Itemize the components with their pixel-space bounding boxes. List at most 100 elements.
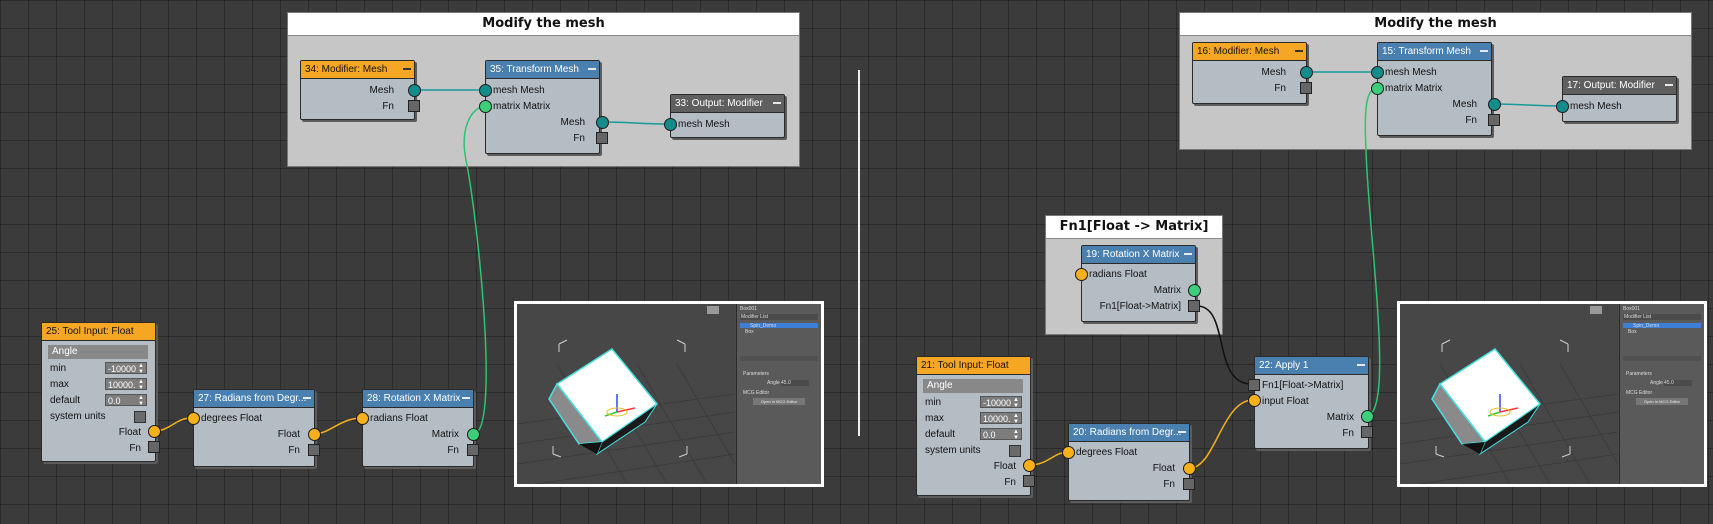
socket-output-mesh[interactable] — [408, 84, 421, 97]
minimize-icon[interactable] — [1480, 50, 1488, 52]
minimize-icon[interactable] — [1665, 84, 1673, 86]
socket-input-float[interactable] — [1248, 394, 1261, 407]
spinner-arrows-icon[interactable]: ▲ ▼ — [1013, 429, 1019, 441]
minimize-icon[interactable] — [773, 102, 781, 104]
modifier-list-dropdown[interactable]: Modifier List — [1623, 314, 1701, 320]
rollout-mcg-editor[interactable]: MCG Editor — [743, 390, 818, 396]
minimize-icon[interactable] — [1295, 50, 1303, 52]
socket-input-radians[interactable] — [356, 412, 369, 425]
minimize-icon[interactable] — [588, 68, 596, 70]
min-spinner[interactable]: -10000 ▲ ▼ — [105, 362, 147, 375]
max-spinner[interactable]: 10000. ▲ ▼ — [105, 378, 147, 391]
socket-input-fn[interactable] — [1248, 379, 1260, 391]
socket-output-fn[interactable] — [1361, 426, 1373, 438]
socket-input-degrees[interactable] — [1062, 446, 1075, 459]
socket-output-float[interactable] — [1023, 459, 1036, 472]
socket-output-fn[interactable] — [596, 132, 608, 144]
minimize-icon[interactable] — [1178, 431, 1186, 433]
socket-input-mesh[interactable] — [1371, 66, 1384, 79]
modifier-list-dropdown[interactable]: Modifier List — [740, 314, 818, 320]
spinner-arrows-icon[interactable]: ▲ ▼ — [138, 363, 144, 375]
socket-input-mesh[interactable] — [664, 118, 677, 131]
socket-output-fn[interactable] — [408, 100, 420, 112]
node-transform-mesh[interactable]: 35: Transform Mesh mesh Mesh matrix Matr… — [485, 60, 600, 154]
stack-toolbar[interactable] — [740, 356, 818, 361]
minimize-icon[interactable] — [403, 68, 411, 70]
default-spinner[interactable]: 0.0 ▲ ▼ — [105, 394, 147, 407]
socket-input-matrix[interactable] — [1371, 82, 1384, 95]
node-rotation-x-matrix[interactable]: 19: Rotation X Matrix radians Float Matr… — [1081, 245, 1196, 322]
min-spinner[interactable]: -10000 ▲ ▼ — [980, 396, 1022, 409]
spinner-arrows-icon[interactable]: ▲ ▼ — [1013, 397, 1019, 409]
socket-output-fn[interactable] — [1488, 114, 1500, 126]
socket-output-fn[interactable] — [1183, 478, 1195, 490]
socket-output-matrix[interactable] — [1188, 284, 1201, 297]
socket-input-mesh[interactable] — [479, 84, 492, 97]
socket-input-radians[interactable] — [1075, 268, 1088, 281]
socket-output-mesh[interactable] — [1300, 66, 1313, 79]
open-mcg-editor-button[interactable]: Open in MCG Editor — [753, 398, 805, 405]
spinner-arrows-icon[interactable]: ▲ ▼ — [1013, 413, 1019, 425]
open-mcg-editor-button[interactable]: Open in MCG Editor — [1636, 398, 1688, 405]
viewport-scene[interactable] — [517, 304, 735, 484]
stack-item[interactable]: Box — [745, 329, 818, 335]
rollout-mcg-editor[interactable]: MCG Editor — [1626, 390, 1701, 396]
node-title: 35: Transform Mesh — [486, 61, 599, 79]
rollout-parameters[interactable]: Parameters — [743, 371, 818, 377]
node-title: 28: Rotation X Matrix — [363, 390, 473, 408]
system-units-checkbox[interactable] — [134, 411, 146, 423]
angle-spinner[interactable]: 45.0 — [781, 380, 809, 386]
socket-output-fn[interactable] — [1188, 300, 1200, 312]
spinner-arrows-icon[interactable]: ▲ ▼ — [138, 395, 144, 407]
node-output-modifier[interactable]: 17: Output: Modifier mesh Mesh — [1562, 76, 1677, 122]
socket-output-fn[interactable] — [308, 444, 320, 456]
param-header: Angle — [923, 379, 1023, 393]
socket-output-float[interactable] — [308, 428, 321, 441]
socket-output-matrix[interactable] — [467, 428, 480, 441]
node-output-modifier[interactable]: 33: Output: Modifier mesh Mesh — [670, 94, 785, 138]
node-apply[interactable]: 22: Apply 1 Fn1[Float->Matrix] input Flo… — [1254, 356, 1369, 449]
node-modifier-mesh[interactable]: 34: Modifier: Mesh Mesh Fn — [300, 60, 415, 120]
viewport-preview-left[interactable]: Box001 Modifier List Spin_Demo Box Param… — [514, 301, 824, 487]
system-units-checkbox[interactable] — [1009, 445, 1021, 457]
port-label: Mesh — [369, 85, 394, 96]
node-rotation-x-matrix[interactable]: 28: Rotation X Matrix radians Float Matr… — [362, 389, 474, 467]
max-spinner[interactable]: 10000. ▲ ▼ — [980, 412, 1022, 425]
node-tool-input-float[interactable]: 21: Tool Input: Float Angle min -10000 ▲ ▼… — [916, 356, 1031, 496]
node-radians-from-degrees[interactable]: 20: Radians from Degr... degrees Float F… — [1068, 423, 1190, 501]
node-modifier-mesh[interactable]: 16: Modifier: Mesh Mesh Fn — [1192, 42, 1307, 104]
socket-output-mesh[interactable] — [1488, 98, 1501, 111]
socket-input-mesh[interactable] — [1556, 100, 1569, 113]
command-panel[interactable]: Box001 Modifier List Spin_Demo Box Param… — [736, 304, 821, 484]
angle-spinner[interactable]: 45.0 — [1664, 380, 1692, 386]
socket-output-fn[interactable] — [1023, 475, 1035, 487]
minimize-icon[interactable] — [462, 397, 470, 399]
socket-input-matrix[interactable] — [479, 100, 492, 113]
default-spinner[interactable]: 0.0 ▲ ▼ — [980, 428, 1022, 441]
socket-output-fn[interactable] — [1300, 82, 1312, 94]
stack-item-selected[interactable]: Spin_Demo — [740, 323, 818, 329]
command-panel[interactable]: Box001 Modifier List Spin_Demo Box Param… — [1619, 304, 1704, 484]
node-tool-input-float[interactable]: 25: Tool Input: Float Angle min -10000 ▲ ▼… — [41, 322, 156, 462]
minimize-icon[interactable] — [1184, 253, 1192, 255]
socket-output-matrix[interactable] — [1361, 410, 1374, 423]
socket-output-fn[interactable] — [148, 441, 160, 453]
node-transform-mesh[interactable]: 15: Transform Mesh mesh Mesh matrix Matr… — [1377, 42, 1492, 136]
socket-output-float[interactable] — [148, 425, 161, 438]
socket-input-degrees[interactable] — [187, 412, 200, 425]
node-radians-from-degrees[interactable]: 27: Radians from Degr... degrees Float F… — [193, 389, 315, 467]
socket-output-fn[interactable] — [467, 444, 479, 456]
viewport-preview-right[interactable]: Box001 Modifier List Spin_Demo Box Param… — [1397, 301, 1707, 487]
stack-item-selected[interactable]: Spin_Demo — [1623, 323, 1701, 329]
rollout-parameters[interactable]: Parameters — [1626, 371, 1701, 377]
port-label: matrix Matrix — [493, 101, 551, 112]
minimize-icon[interactable] — [1357, 364, 1365, 366]
spinner-arrows-icon[interactable]: ▲ ▼ — [138, 379, 144, 391]
socket-output-mesh[interactable] — [596, 116, 609, 129]
socket-output-float[interactable] — [1183, 462, 1196, 475]
viewport-scene[interactable] — [1400, 304, 1618, 484]
stack-toolbar[interactable] — [1623, 356, 1701, 361]
port-label: Fn — [382, 101, 394, 112]
minimize-icon[interactable] — [303, 397, 311, 399]
stack-item[interactable]: Box — [1628, 329, 1701, 335]
